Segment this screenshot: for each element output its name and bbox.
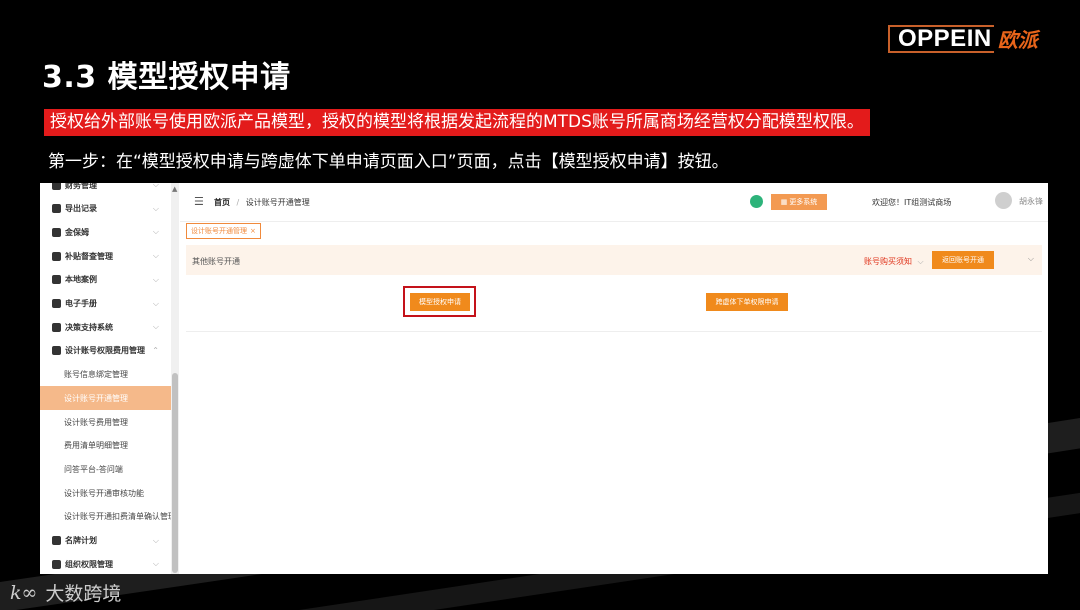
menu-toggle-icon[interactable]: ☰ (194, 195, 204, 208)
tab-account-management[interactable]: 设计账号开通管理 × (186, 223, 261, 239)
footer-text: 大数跨境 (45, 583, 122, 605)
highlight-description: 授权给外部账号使用欧派产品模型，授权的模型将根据发起流程的MTDS账号所属商场经… (44, 109, 870, 136)
sidebar-item-label: 设计账号权限费用管理 (65, 346, 145, 356)
doc-icon (52, 251, 61, 261)
user-name[interactable]: 胡永锋 (1019, 196, 1043, 207)
sidebar-item[interactable]: 决策支持系统 ⌵ (40, 315, 171, 339)
finance-icon (52, 183, 61, 190)
sidebar-item[interactable]: 名牌计划 ⌵ (40, 529, 171, 553)
breadcrumb-home[interactable]: 首页 (214, 198, 230, 207)
sidebar-item[interactable]: 金保姆 ⌵ (40, 220, 171, 244)
chevron-down-icon: ⌵ (152, 322, 159, 332)
scrollbar-thumb[interactable] (172, 373, 178, 573)
action-area: 模型授权申请 跨虚体下单权限申请 (186, 275, 1042, 332)
panel-header: 其他账号开通 账号购买须知 ⌵ 返回账号开通 ⌵ (186, 245, 1042, 275)
sidebar-subitem[interactable]: 设计账号开通管理 (40, 386, 171, 411)
sidebar-item-label: 组织权限管理 (65, 559, 113, 569)
sidebar: 财务管理 ⌵ 导出记录 ⌵ 金保姆 ⌵ 补贴督查管理 ⌵ 本地案例 ⌵ 电子手册 ⌵ 决策支持系统 ⌵ 设计… (40, 183, 176, 574)
top-bar: ☰ 首页 / 设计账号开通管理 ▦ 更多系统 欢迎您！IT组测试商场 胡永锋 (180, 183, 1048, 222)
chevron-down-icon: ⌵ (152, 274, 159, 284)
sidebar-subitem[interactable]: 费用清单明细管理 (40, 434, 171, 458)
gear-icon (52, 322, 61, 332)
cross-entity-order-request-button[interactable]: 跨虚体下单权限申请 (706, 293, 788, 311)
oppein-logo: OPPEIN 欧派 (888, 24, 1038, 53)
breadcrumb-current: 设计账号开通管理 (245, 198, 310, 207)
sidebar-item-label: 名牌计划 (65, 536, 97, 545)
sidebar-subitem[interactable]: 设计账号开通扣费清单确认管理 (40, 505, 176, 529)
breadcrumb: 首页 / 设计账号开通管理 (214, 197, 310, 208)
export-icon (52, 204, 61, 214)
chevron-down-icon: ⌃ (152, 346, 159, 356)
avatar[interactable] (995, 192, 1012, 209)
chevron-down-icon: ⌵ (152, 227, 159, 237)
purchase-notice-link[interactable]: 账号购买须知 ⌵ (864, 256, 924, 267)
scroll-up-icon[interactable]: ▲ (172, 185, 177, 193)
people-icon (52, 536, 61, 545)
sidebar-subitem[interactable]: 设计账号费用管理 (40, 410, 171, 434)
logo-chinese: 欧派 (997, 28, 1038, 52)
chevron-down-icon: ⌵ (152, 203, 159, 213)
sidebar-item-label: 电子手册 (65, 299, 97, 308)
sidebar-item[interactable]: 财务管理 ⌵ (40, 183, 171, 197)
footer-watermark: k∞ 大数跨境 (10, 579, 121, 606)
sidebar-item[interactable]: 设计账号权限费用管理 ⌃ (40, 339, 171, 363)
gear-icon (52, 227, 61, 237)
gear-icon (52, 346, 61, 356)
sidebar-item[interactable]: 电子手册 ⌵ (40, 292, 171, 316)
collapse-chevron-icon[interactable]: ⌵ (1028, 254, 1034, 264)
model-auth-request-button[interactable]: 模型授权申请 (410, 293, 470, 311)
brand-mark-icon: k∞ (10, 581, 38, 604)
back-to-account-open-button[interactable]: 返回账号开通 (932, 251, 994, 269)
sidebar-item[interactable]: 组织权限管理 ⌵ (40, 552, 171, 574)
chevron-down-icon: ⌵ (152, 251, 159, 261)
sidebar-item-label: 财务管理 (65, 183, 97, 190)
sidebar-item[interactable]: 补贴督查管理 ⌵ (40, 244, 171, 268)
gear-icon (52, 299, 61, 308)
sidebar-subitem[interactable]: 问答平台-答问端 (40, 457, 171, 481)
panel-title: 其他账号开通 (192, 257, 240, 266)
sidebar-item[interactable]: 本地案例 ⌵ (40, 268, 171, 292)
sidebar-subitem[interactable]: 设计账号开通审核功能 (40, 481, 171, 505)
chevron-down-icon: ⌵ (152, 183, 159, 189)
grid-icon: ▦ (780, 198, 788, 206)
sidebar-item-label: 金保姆 (65, 227, 89, 237)
sidebar-item-label: 导出记录 (65, 204, 97, 214)
chevron-down-icon: ⌵ (152, 535, 159, 545)
chevron-down-icon: ⌵ (917, 257, 924, 266)
notice-label: 账号购买须知 (864, 257, 912, 266)
people-icon (52, 559, 61, 569)
sidebar-item-label: 本地案例 (65, 275, 97, 285)
more-systems-button[interactable]: ▦ 更多系统 (771, 194, 827, 210)
logo-wordmark: OPPEIN (888, 24, 994, 53)
welcome-text: 欢迎您！IT组测试商场 (872, 198, 952, 207)
support-icon[interactable] (750, 195, 763, 208)
breadcrumb-separator: / (236, 198, 240, 207)
chevron-down-icon: ⌵ (152, 559, 159, 569)
app-screenshot: 财务管理 ⌵ 导出记录 ⌵ 金保姆 ⌵ 补贴督查管理 ⌵ 本地案例 ⌵ 电子手册 ⌵ 决策支持系统 ⌵ 设计… (40, 183, 1048, 574)
chevron-down-icon: ⌵ (152, 298, 159, 308)
sidebar-item-label: 决策支持系统 (65, 322, 113, 332)
sidebar-item-label: 补贴督查管理 (65, 251, 113, 261)
sidebar-subitem[interactable]: 账号信息绑定管理 (40, 363, 171, 387)
more-systems-label: 更多系统 (789, 198, 818, 206)
sidebar-scrollbar[interactable]: ▲ (171, 183, 179, 574)
tab-label: 设计账号开通管理 (191, 227, 247, 235)
sidebar-item[interactable]: 导出记录 ⌵ (40, 197, 171, 221)
gear-icon (52, 275, 61, 285)
step-instruction: 第一步：在“模型授权申请与跨虚体下单申请页面入口”页面，点击【模型授权申请】按钮… (48, 152, 729, 172)
slide-title: 3.3 模型授权申请 (42, 60, 291, 95)
tab-close-icon[interactable]: × (250, 227, 256, 235)
